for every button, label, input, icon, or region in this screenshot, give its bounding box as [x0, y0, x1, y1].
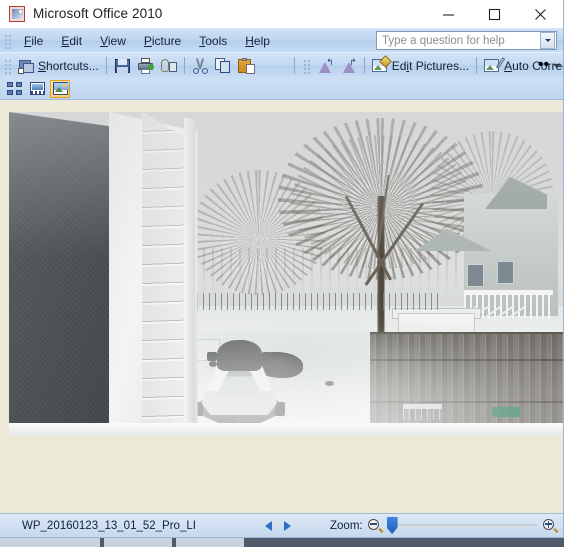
save-button[interactable]	[111, 55, 134, 77]
help-search-box[interactable]: Type a question for help	[376, 31, 557, 50]
toolbar-options-button[interactable]	[551, 55, 562, 77]
screen: Microsoft Office 2010 FFileile Edit View…	[0, 0, 564, 547]
view-bar	[0, 78, 563, 100]
rotate-right-button[interactable]: ↱	[337, 55, 360, 77]
copy-icon	[214, 57, 232, 74]
print-icon	[137, 57, 154, 74]
help-dropdown-button[interactable]	[540, 32, 555, 49]
attachment-icon	[160, 58, 177, 74]
photo-fog-overlay	[9, 112, 563, 436]
title-bar: Microsoft Office 2010	[0, 0, 563, 28]
zoom-label: Zoom:	[330, 520, 363, 532]
menu-edit[interactable]: Edit	[52, 32, 91, 50]
filmstrip-view-button[interactable]	[27, 80, 47, 98]
zoom-slider-thumb[interactable]	[386, 517, 398, 534]
chevron-down-icon	[552, 64, 561, 68]
paste-button[interactable]	[235, 55, 258, 77]
scissors-icon	[192, 57, 209, 74]
toolbar: Shortcuts... •• ↰ ↱ Edit Pictures... Aut…	[0, 52, 563, 78]
zoom-controls: Zoom:	[330, 514, 559, 537]
close-button[interactable]	[517, 0, 563, 28]
copy-button[interactable]	[212, 55, 235, 77]
edit-pictures-label: Edit Pictures...	[391, 58, 470, 73]
menu-view[interactable]: View	[91, 32, 135, 50]
edit-pictures-icon	[371, 54, 392, 74]
menu-picture[interactable]: Picture	[135, 32, 190, 50]
menu-file[interactable]: FFileile	[15, 32, 52, 50]
toolbar-dots-icon: ••	[537, 56, 550, 73]
menu-grip-handle[interactable]	[3, 32, 12, 49]
edit-pictures-button[interactable]: Edit Pictures...	[369, 54, 472, 77]
menu-bar: FFileile Edit View Picture Tools Help Ty…	[0, 28, 563, 52]
single-picture-view-icon	[52, 82, 69, 95]
thumbnail-view-icon	[6, 82, 22, 95]
menu-tools[interactable]: Tools	[190, 32, 236, 50]
toolbar-separator	[363, 57, 365, 74]
chevron-down-icon	[544, 39, 551, 42]
rotate-right-icon: ↱	[340, 57, 357, 74]
picture-canvas[interactable]	[0, 100, 563, 513]
next-picture-button[interactable]	[284, 521, 291, 531]
thumbnail-view-button[interactable]	[4, 80, 24, 98]
filmstrip-view-icon	[29, 82, 45, 95]
print-button[interactable]	[134, 55, 157, 77]
toolbar-separator	[293, 57, 295, 74]
auto-correct-icon	[484, 56, 506, 74]
shortcuts-button[interactable]: Shortcuts...	[15, 55, 102, 77]
previous-picture-button[interactable]	[265, 521, 272, 531]
toolbar-grip-handle[interactable]	[3, 57, 12, 74]
picture-manager-icon	[9, 5, 25, 22]
toolbar-options-first[interactable]: ••	[538, 55, 549, 77]
send-email-button[interactable]	[157, 55, 180, 77]
toolbar-separator	[105, 57, 107, 74]
shortcuts-icon	[18, 58, 35, 74]
window-title: Microsoft Office 2010	[33, 6, 163, 21]
photo-image	[9, 112, 563, 436]
save-icon	[114, 58, 131, 74]
toolbar-grip-handle-2[interactable]	[301, 57, 311, 74]
application-window: Microsoft Office 2010 FFileile Edit View…	[0, 0, 564, 538]
rotate-left-button[interactable]: ↰	[314, 55, 337, 77]
toolbar-separator	[183, 57, 185, 74]
menu-help[interactable]: Help	[236, 32, 279, 50]
status-bar: WP_20160123_13_01_52_Pro_LI Zoom:	[0, 513, 563, 537]
clipboard-icon	[237, 57, 255, 74]
cut-button[interactable]	[189, 55, 212, 77]
rotate-left-icon: ↰	[317, 57, 334, 74]
minimize-button[interactable]	[425, 0, 471, 28]
help-search-placeholder: Type a question for help	[382, 34, 505, 47]
maximize-button[interactable]	[471, 0, 517, 28]
window-controls	[425, 0, 563, 28]
shortcuts-label: Shortcuts...	[38, 58, 99, 73]
toolbar-separator	[476, 57, 478, 74]
status-filename: WP_20160123_13_01_52_Pro_LI	[22, 519, 196, 532]
photo-container[interactable]	[9, 112, 563, 436]
zoom-slider[interactable]	[386, 517, 538, 534]
zoom-out-button[interactable]	[367, 519, 384, 533]
zoom-in-button[interactable]	[543, 519, 559, 533]
navigation-controls	[265, 514, 291, 537]
single-picture-view-button[interactable]	[50, 79, 70, 98]
